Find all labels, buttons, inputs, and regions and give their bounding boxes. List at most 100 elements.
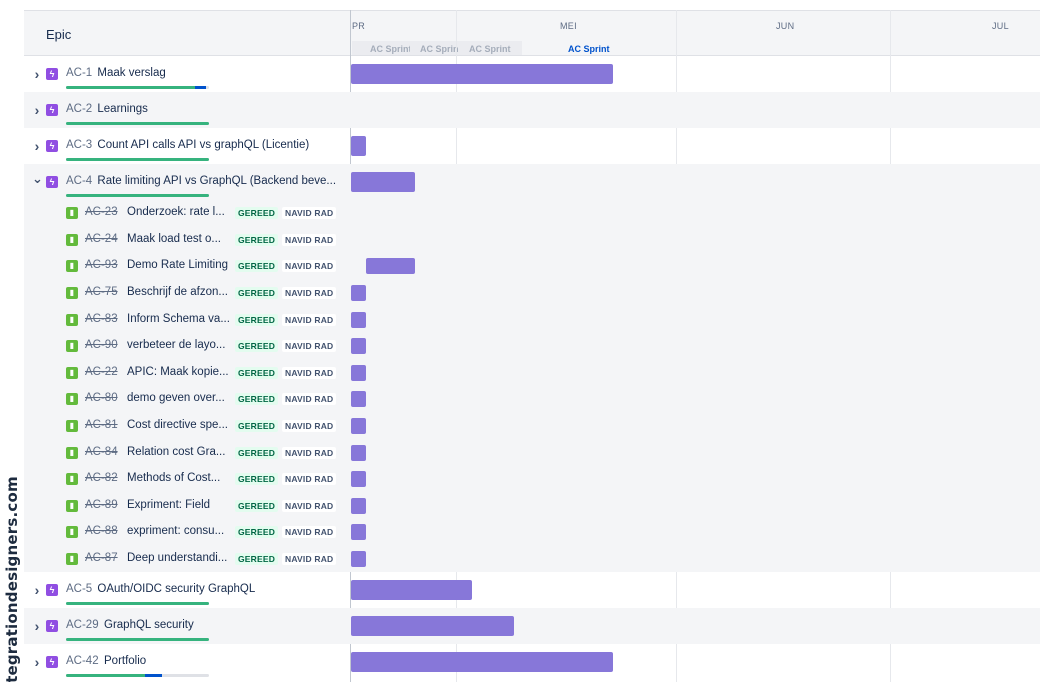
story-row[interactable]: ▮ AC-89 Expriment: Field GEREED NAVID RAD [24,492,1040,520]
row-label-cell[interactable]: ▮ AC-83 Inform Schema va... GEREED NAVID RAD [24,306,350,333]
issue-key[interactable]: AC-84 [85,446,118,458]
timeline-bar[interactable] [351,418,366,435]
story-row[interactable]: ▮ AC-88 expriment: consu... GEREED NAVID RAD [24,519,1040,546]
epic-column-header[interactable]: Epic [46,27,71,42]
issue-key[interactable]: AC-23 [85,206,118,218]
issue-summary[interactable]: Expriment: Field [127,499,210,511]
timeline-bar[interactable] [351,172,415,192]
timeline-bar[interactable] [366,258,415,275]
timeline-bar[interactable] [351,285,366,302]
chevron-right-icon[interactable]: › [32,654,42,670]
epic-row[interactable]: › ϟ AC-42 Portfolio [24,644,1040,680]
epic-row[interactable]: › ϟ AC-1 Maak verslag [24,56,1040,92]
row-label-cell[interactable]: ▮ AC-75 Beschrijf de afzon... GEREED NAVID R… [24,280,350,307]
story-row[interactable]: ▮ AC-80 demo geven over... GEREED NAVID RAD [24,386,1040,413]
issue-key[interactable]: AC-90 [85,339,118,351]
row-label-cell[interactable]: ▮ AC-84 Relation cost Gra... GEREED NAVID RA… [24,439,350,466]
timeline-bar[interactable] [351,391,366,408]
issue-summary[interactable]: Maak verslag [97,67,165,79]
timeline-bar[interactable] [351,444,366,461]
epic-row[interactable]: › ϟ AC-2 Learnings [24,92,1040,128]
story-row[interactable]: ▮ AC-24 Maak load test o... GEREED NAVID RAD [24,226,1040,254]
story-row[interactable]: ▮ AC-87 Deep understandi... GEREED NAVID RAD [24,545,1040,573]
timeline-bar[interactable] [351,364,366,381]
issue-summary[interactable]: Inform Schema va... [127,313,230,325]
issue-key[interactable]: AC-88 [85,525,118,537]
story-row[interactable]: ▮ AC-22 APIC: Maak kopie... GEREED NAVID RAD [24,359,1040,387]
epic-row[interactable]: › ϟ AC-5 OAuth/OIDC security GraphQL [24,572,1040,608]
issue-summary[interactable]: Beschrijf de afzon... [127,286,228,298]
issue-key[interactable]: AC-42 [66,655,99,667]
story-row[interactable]: ▮ AC-84 Relation cost Gra... GEREED NAVID RA… [24,439,1040,466]
issue-key[interactable]: AC-83 [85,313,118,325]
issue-summary[interactable]: Onderzoek: rate l... [127,206,225,218]
timeline-bar[interactable] [351,652,613,673]
timeline-bar[interactable] [351,580,472,601]
row-label-cell[interactable]: › ϟ AC-3 Count API calls API vs graphQL (Li… [24,128,350,164]
issue-key[interactable]: AC-4 [66,175,92,187]
issue-summary[interactable]: Relation cost Gra... [127,446,225,458]
timeline-bar[interactable] [351,311,366,328]
timeline-bar[interactable] [351,551,366,568]
story-row[interactable]: ▮ AC-90 verbeteer de layo... GEREED NAVID RA… [24,333,1040,360]
issue-key[interactable]: AC-2 [66,103,92,115]
row-label-cell[interactable]: › ϟ AC-1 Maak verslag [24,56,350,92]
chevron-down-icon[interactable]: ⌄ [32,171,43,187]
chevron-right-icon[interactable]: › [32,582,42,598]
issue-key[interactable]: AC-87 [85,552,118,564]
issue-key[interactable]: AC-93 [85,259,118,271]
issue-summary[interactable]: Learnings [97,103,148,115]
issue-summary[interactable]: Deep understandi... [127,552,227,564]
timeline-bar[interactable] [351,616,514,637]
issue-summary[interactable]: GraphQL security [104,619,194,631]
story-row[interactable]: ▮ AC-82 Methods of Cost... GEREED NAVID RAD [24,466,1040,493]
issue-summary[interactable]: Cost directive spe... [127,419,228,431]
chevron-right-icon[interactable]: › [32,138,42,154]
issue-summary[interactable]: Count API calls API vs graphQL (Licentie… [97,139,309,151]
chevron-right-icon[interactable]: › [32,102,42,118]
timeline-bar[interactable] [351,136,366,156]
timeline-bar[interactable] [351,497,366,514]
issue-summary[interactable]: Maak load test o... [127,233,221,245]
row-label-cell[interactable]: › ϟ AC-5 OAuth/OIDC security GraphQL [24,572,350,608]
timeline-bar[interactable] [351,524,366,541]
story-row[interactable]: ▮ AC-93 Demo Rate Limiting GEREED NAVID RAD [24,253,1040,280]
row-label-cell[interactable]: ▮ AC-82 Methods of Cost... GEREED NAVID RAD [24,466,350,493]
row-label-cell[interactable]: › ϟ AC-2 Learnings [24,92,350,128]
epic-row[interactable]: ⌄ ϟ AC-4 Rate limiting API vs GraphQL (Back… [24,164,1040,200]
issue-key[interactable]: AC-24 [85,233,118,245]
row-label-cell[interactable]: ⌄ ϟ AC-4 Rate limiting API vs GraphQL (Back… [24,164,350,200]
story-row[interactable]: ▮ AC-81 Cost directive spe... GEREED NAVID R… [24,412,1040,440]
row-label-cell[interactable]: ▮ AC-87 Deep understandi... GEREED NAVID RAD [24,546,350,573]
issue-key[interactable]: AC-81 [85,419,118,431]
epic-row[interactable]: › ϟ AC-29 GraphQL security [24,608,1040,645]
issue-key[interactable]: AC-5 [66,583,92,595]
chevron-right-icon[interactable]: › [32,618,42,634]
issue-key[interactable]: AC-89 [85,499,118,511]
sprint-label[interactable]: AC Sprint [469,44,515,54]
row-label-cell[interactable]: ▮ AC-81 Cost directive spe... GEREED NAVID R… [24,413,350,440]
issue-summary[interactable]: expriment: consu... [127,525,224,537]
issue-key[interactable]: AC-3 [66,139,92,151]
timeline-bar[interactable] [351,471,366,488]
row-label-cell[interactable]: ▮ AC-24 Maak load test o... GEREED NAVID RAD [24,227,350,254]
issue-key[interactable]: AC-22 [85,366,118,378]
row-label-cell[interactable]: ▮ AC-80 demo geven over... GEREED NAVID RAD [24,386,350,413]
issue-summary[interactable]: Portfolio [104,655,146,667]
sprint-label[interactable]: AC Sprint [568,44,624,54]
chevron-right-icon[interactable]: › [32,66,42,82]
row-label-cell[interactable]: ▮ AC-88 expriment: consu... GEREED NAVID RAD [24,519,350,546]
issue-key[interactable]: AC-1 [66,67,92,79]
row-label-cell[interactable]: ▮ AC-90 verbeteer de layo... GEREED NAVID RA… [24,333,350,360]
issue-summary[interactable]: Demo Rate Limiting [127,259,228,271]
issue-key[interactable]: AC-80 [85,392,118,404]
row-label-cell[interactable]: ▮ AC-89 Expriment: Field GEREED NAVID RAD [24,493,350,520]
row-label-cell[interactable]: ▮ AC-22 APIC: Maak kopie... GEREED NAVID RAD [24,360,350,387]
issue-key[interactable]: AC-75 [85,286,118,298]
issue-summary[interactable]: OAuth/OIDC security GraphQL [97,583,255,595]
epic-row[interactable]: › ϟ AC-3 Count API calls API vs graphQL (Li… [24,128,1040,164]
row-label-cell[interactable]: › ϟ AC-29 GraphQL security [24,608,350,644]
issue-summary[interactable]: verbeteer de layo... [127,339,225,351]
issue-key[interactable]: AC-29 [66,619,99,631]
issue-summary[interactable]: demo geven over... [127,392,225,404]
